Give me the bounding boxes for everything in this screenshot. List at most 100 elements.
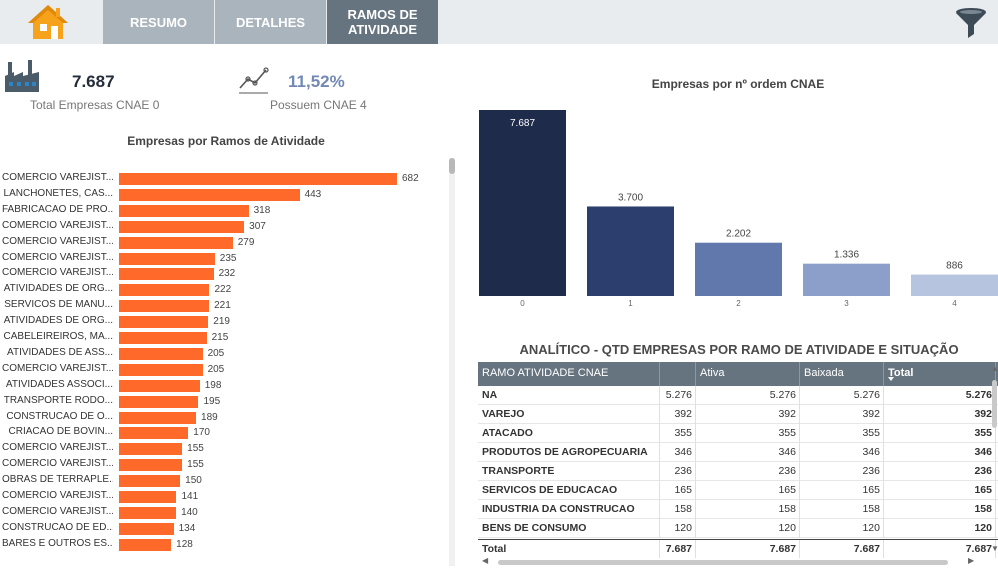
table-row[interactable]: INDUSTRIA DA CONSTRUCAO 158 158 158 158 xyxy=(478,500,998,519)
bar[interactable] xyxy=(119,252,215,265)
bar[interactable] xyxy=(119,300,210,313)
table-row[interactable]: VAREJO 392 392 392 392 xyxy=(478,405,998,424)
bar-category-label: OBRAS DE TERRAPLE... xyxy=(2,474,113,486)
bar[interactable] xyxy=(119,284,210,297)
bar-category-label: FABRICACAO DE PRO... xyxy=(2,203,113,215)
header-blank[interactable] xyxy=(660,362,696,386)
bar[interactable] xyxy=(119,459,183,472)
table-vertical-scroll-thumb[interactable] xyxy=(992,380,997,428)
bar[interactable] xyxy=(119,316,209,329)
bar[interactable] xyxy=(119,363,203,376)
tab-resumo[interactable]: RESUMO xyxy=(103,0,214,44)
table-cell-value: 346 xyxy=(696,443,800,462)
bar[interactable] xyxy=(119,236,233,249)
home-icon xyxy=(28,5,68,39)
column-bar[interactable] xyxy=(911,274,998,296)
bar[interactable] xyxy=(119,443,183,456)
bar-value-label: 150 xyxy=(185,475,202,487)
table-row[interactable]: PRODUTOS DE AGROPECUARIA 346 346 346 346 xyxy=(478,443,998,462)
bar[interactable] xyxy=(119,268,214,281)
bar[interactable] xyxy=(119,204,249,217)
bar-category-label: CONSTRUCAO DE O... xyxy=(6,410,113,422)
bar[interactable] xyxy=(119,379,200,392)
home-button[interactable] xyxy=(25,2,71,42)
factory-icon xyxy=(5,60,39,92)
bar-category-label: COMERCIO VAREJIST... xyxy=(2,458,113,470)
bar-category-label: COMERCIO VAREJIST... xyxy=(2,219,113,231)
table-row[interactable]: BENS DE CONSUMO 120 120 120 120 xyxy=(478,519,998,538)
header-total[interactable]: Total xyxy=(884,362,996,386)
table-total-row[interactable]: Total 7.687 7.687 7.687 7.687 xyxy=(478,539,998,558)
header-ativa[interactable]: Ativa xyxy=(696,362,800,386)
bar[interactable] xyxy=(119,220,245,233)
filter-button[interactable] xyxy=(952,4,990,40)
table-cell-value: 236 xyxy=(800,462,884,481)
bar[interactable] xyxy=(119,522,174,535)
header-ramo[interactable]: RAMO ATIVIDADE CNAE xyxy=(478,362,660,386)
bar[interactable] xyxy=(119,427,189,440)
bar-value-label: 235 xyxy=(219,252,237,264)
table-cell-value: 120 xyxy=(884,519,996,538)
ramos-chart-scroll-track[interactable] xyxy=(449,158,455,566)
bar-value-label: 140 xyxy=(181,506,198,518)
table-row[interactable]: ATACADO 355 355 355 355 xyxy=(478,424,998,443)
ramos-chart-title: Empresas por Ramos de Atividade xyxy=(127,134,325,148)
column-category-label: 4 xyxy=(952,299,957,308)
bar-category-label: BARES E OUTROS ES... xyxy=(2,537,113,549)
scroll-up-icon[interactable]: ▲ xyxy=(991,364,998,373)
bar[interactable] xyxy=(119,538,172,551)
table-cell-value: 7.687 xyxy=(696,540,800,558)
sort-desc-icon xyxy=(888,377,894,381)
bar-value-label: 195 xyxy=(203,395,221,407)
cnae-order-chart-title: Empresas por nº ordem CNAE xyxy=(651,77,825,91)
table-cell-value: 346 xyxy=(800,443,884,462)
table-cell-value: 158 xyxy=(800,500,884,519)
column-bar[interactable] xyxy=(803,263,890,296)
table-cell-value: 392 xyxy=(660,405,696,424)
table-cell-name: TRANSPORTE xyxy=(478,462,660,481)
bar[interactable] xyxy=(119,347,203,360)
bar-value-label: 189 xyxy=(201,411,218,423)
table-cell-value: 5.276 xyxy=(884,386,996,405)
bar[interactable] xyxy=(119,188,300,201)
bar[interactable] xyxy=(119,506,177,519)
table-cell-name: VAREJO xyxy=(478,405,660,424)
bar[interactable] xyxy=(119,173,397,185)
column-value-label: 2.202 xyxy=(726,229,751,240)
table-row[interactable]: TRANSPORTE 236 236 236 236 xyxy=(478,462,998,481)
bar-category-label: ATIVIDADES DE ASS... xyxy=(7,346,113,358)
bar[interactable] xyxy=(119,332,207,344)
scroll-left-icon[interactable]: ◀ xyxy=(482,556,488,565)
bar-category-label: COMERCIO VAREJIST... xyxy=(2,505,113,517)
table-horizontal-scroll-thumb[interactable] xyxy=(498,560,948,565)
column-value-label: 7.687 xyxy=(510,118,535,129)
table-cell-value: 392 xyxy=(696,405,800,424)
table-cell-name: BENS DE CONSUMO xyxy=(478,519,660,538)
bar-value-label: 279 xyxy=(237,236,255,248)
bar[interactable] xyxy=(119,411,197,424)
scroll-down-icon[interactable]: ▼ xyxy=(991,544,998,553)
kpi-possuem-cnae4-label: Possuem CNAE 4 xyxy=(270,98,367,112)
bar[interactable] xyxy=(119,395,199,408)
column-bar[interactable] xyxy=(695,242,782,296)
column-bar[interactable] xyxy=(587,206,674,296)
bar[interactable] xyxy=(119,491,177,503)
header-baixada[interactable]: Baixada xyxy=(800,362,884,386)
table-cell-name: Total xyxy=(478,540,660,558)
bar[interactable] xyxy=(119,475,181,488)
table-horizontal-scroll[interactable]: ◀ ▶ xyxy=(478,556,988,565)
table-row[interactable]: SERVICOS DE EDUCACAO 165 165 165 165 xyxy=(478,481,998,500)
tab-detalhes[interactable]: DETALHES xyxy=(215,0,326,44)
bar-value-label: 170 xyxy=(193,427,210,439)
table-cell-name: PRODUTOS DE AGROPECUARIA xyxy=(478,443,660,462)
ramos-chart-scrollbar[interactable] xyxy=(449,158,455,174)
bar-value-label: 128 xyxy=(176,538,193,550)
table-cell-value: 236 xyxy=(660,462,696,481)
column-bar[interactable] xyxy=(479,110,566,296)
tab-ramos-de-atividade[interactable]: RAMOS DE ATIVIDADE xyxy=(327,0,438,44)
column-category-label: 0 xyxy=(520,299,525,308)
bar-category-label: CONSTRUCAO DE ED... xyxy=(2,521,113,533)
table-row[interactable]: NA 5.276 5.276 5.276 5.276 xyxy=(478,386,998,405)
table-cell-value: 392 xyxy=(800,405,884,424)
scroll-right-icon[interactable]: ▶ xyxy=(968,556,974,565)
